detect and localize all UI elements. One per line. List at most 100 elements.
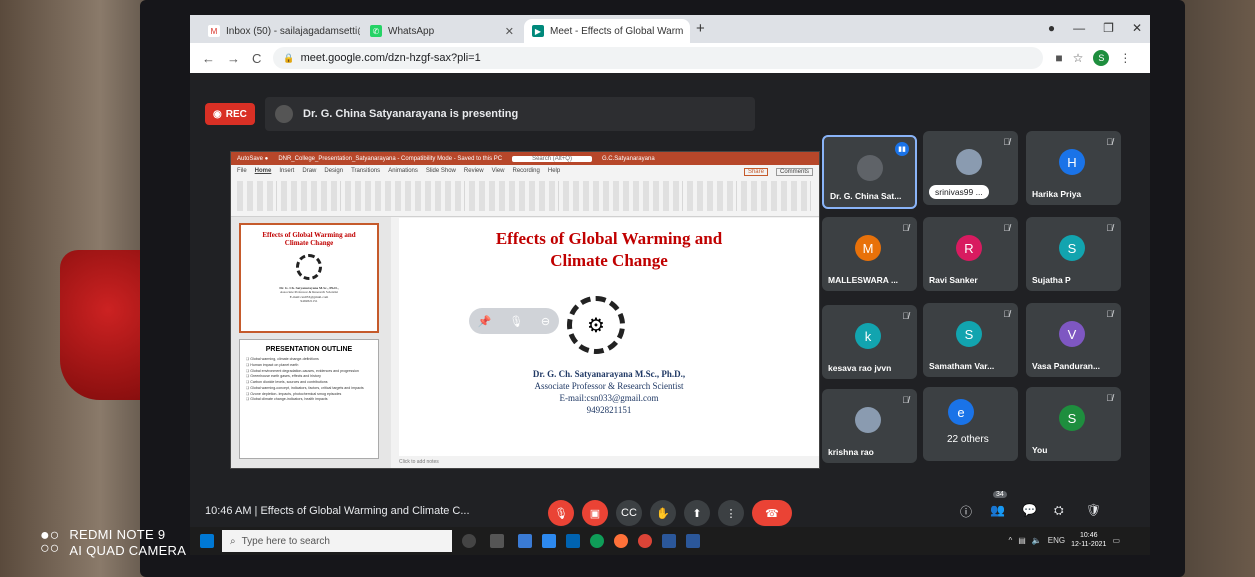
- forward-button[interactable]: →: [227, 51, 240, 66]
- back-button[interactable]: ←: [202, 51, 215, 66]
- ribbon-tab[interactable]: Draw: [302, 168, 316, 176]
- clipboard-group[interactable]: [237, 181, 277, 211]
- ppt-search-box[interactable]: Search (Alt+Q): [512, 155, 592, 162]
- self-tile[interactable]: 🎙̸ S You: [1026, 387, 1121, 461]
- people-icon[interactable]: 👥: [990, 503, 1005, 517]
- chat-icon[interactable]: 💬: [1022, 503, 1037, 517]
- ribbon-tab[interactable]: Animations: [388, 168, 418, 176]
- network-icon[interactable]: ▤: [1018, 536, 1026, 545]
- camera-in-use-icon[interactable]: ■: [1055, 51, 1062, 65]
- reload-button[interactable]: C: [252, 51, 261, 66]
- ribbon-tab[interactable]: Home: [255, 168, 272, 176]
- close-window-button[interactable]: ✕: [1132, 21, 1142, 35]
- participant-tile[interactable]: 🎙̸ krishna rao: [822, 389, 917, 463]
- autosave-toggle[interactable]: AutoSave ●: [237, 156, 268, 162]
- minimize-button[interactable]: —: [1073, 21, 1085, 35]
- ribbon-tab[interactable]: Transitions: [351, 168, 380, 176]
- current-slide[interactable]: Effects of Global Warming and Climate Ch…: [399, 218, 819, 456]
- search-icon: ⌕: [230, 535, 236, 547]
- taskbar-search-input[interactable]: ⌕ Type here to search: [222, 530, 452, 552]
- tab-title: Meet - Effects of Global Warm: [550, 25, 684, 37]
- participant-tile[interactable]: 🎙̸ srinivas99 ...: [923, 131, 1018, 205]
- clock[interactable]: 10:46 12-11-2021: [1071, 531, 1106, 549]
- mic-off-icon: 🎙̸: [1003, 137, 1010, 147]
- mic-off-icon: 🎙̸: [1003, 223, 1010, 233]
- host-controls-icon[interactable]: 🛡: [1086, 503, 1101, 517]
- chevron-up-icon[interactable]: ^: [1009, 536, 1013, 545]
- volume-icon[interactable]: 🔈: [1032, 536, 1042, 545]
- meet-icon: ▶: [532, 25, 544, 37]
- notifications-icon[interactable]: ▭: [1112, 536, 1120, 545]
- info-icon[interactable]: ⓘ: [960, 503, 972, 520]
- participant-tile[interactable]: 🎙̸ H Harika Priya: [1026, 131, 1121, 205]
- mail-icon[interactable]: [542, 534, 556, 548]
- task-view-icon[interactable]: [490, 534, 504, 548]
- powerpoint-title-bar: AutoSave ● DNR_College_Presentation_Saty…: [231, 152, 819, 165]
- ribbon-tab[interactable]: Recording: [513, 168, 540, 176]
- captions-button[interactable]: CC: [616, 500, 642, 526]
- store-icon[interactable]: [566, 534, 580, 548]
- designer-group[interactable]: [741, 181, 811, 211]
- cortana-icon[interactable]: [462, 534, 476, 548]
- participant-tile[interactable]: 🎙̸ S Sujatha P: [1026, 217, 1121, 291]
- pin-icon[interactable]: 📌: [478, 315, 492, 328]
- end-call-button[interactable]: ☎: [752, 500, 792, 526]
- ribbon-tab[interactable]: View: [492, 168, 505, 176]
- raise-hand-button[interactable]: ✋: [650, 500, 676, 526]
- ribbon-tab[interactable]: Review: [464, 168, 484, 176]
- drawing-group[interactable]: [563, 181, 683, 211]
- participant-tile[interactable]: 🎙̸ M MALLESWARA ...: [822, 217, 917, 291]
- mic-off-icon: 🎙̸: [1106, 223, 1113, 233]
- mute-mic-icon[interactable]: 🎙: [509, 315, 523, 328]
- participant-tile[interactable]: 🎙̸ S Samatham Var...: [923, 303, 1018, 377]
- new-tab-button[interactable]: +: [696, 20, 705, 37]
- slides-group[interactable]: [281, 181, 341, 211]
- participant-tile[interactable]: 🎙̸ V Vasa Panduran...: [1026, 303, 1121, 377]
- whatsapp-icon: ✆: [370, 25, 382, 37]
- file-explorer-icon[interactable]: [518, 534, 532, 548]
- word-icon[interactable]: [662, 534, 676, 548]
- menu-kebab-icon[interactable]: ⋮: [1119, 51, 1131, 65]
- firefox-icon[interactable]: [614, 534, 628, 548]
- tab-meet[interactable]: ▶ Meet - Effects of Global Warm ● ✕: [524, 19, 690, 43]
- slide-thumbnails-pane: Effects of Global Warming and Climate Ch…: [231, 217, 391, 468]
- mic-toggle-button[interactable]: 🎙: [548, 500, 574, 526]
- camera-watermark-text: REDMI NOTE 9 AI QUAD CAMERA: [69, 527, 187, 559]
- paragraph-group[interactable]: [469, 181, 559, 211]
- ribbon-tab[interactable]: Help: [548, 168, 560, 176]
- slide-thumbnail-2[interactable]: PRESENTATION OUTLINE ❑ Global warming, c…: [239, 339, 379, 459]
- camera-toggle-button[interactable]: ▣: [582, 500, 608, 526]
- editing-group[interactable]: [687, 181, 737, 211]
- profile-avatar[interactable]: S: [1093, 50, 1110, 66]
- tab-whatsapp[interactable]: ✆ WhatsApp ✕: [362, 19, 522, 43]
- more-options-button[interactable]: ⋮: [718, 500, 744, 526]
- remove-icon[interactable]: ⊖: [541, 315, 550, 328]
- share-button[interactable]: Share: [743, 168, 768, 176]
- participant-name: Sujatha P: [1032, 275, 1071, 285]
- notes-hint[interactable]: Click to add notes: [399, 459, 439, 465]
- bookmark-star-icon[interactable]: ☆: [1073, 51, 1084, 65]
- maximize-button[interactable]: ❐: [1103, 21, 1114, 35]
- participant-tile[interactable]: 🎙̸ k kesava rao jvvn: [822, 305, 917, 379]
- comments-button[interactable]: Comments: [775, 168, 813, 176]
- language-indicator[interactable]: ENG: [1048, 536, 1065, 545]
- font-group[interactable]: [345, 181, 465, 211]
- chrome-icon[interactable]: [638, 534, 652, 548]
- edge-icon[interactable]: [590, 534, 604, 548]
- windows-start-icon[interactable]: [200, 534, 214, 548]
- participant-tile[interactable]: 🎙̸ R Ravi Sanker: [923, 217, 1018, 291]
- ribbon-tab[interactable]: Insert: [279, 168, 294, 176]
- ribbon-tab[interactable]: File: [237, 168, 247, 176]
- participant-tile[interactable]: ▮▮ Dr. G. China Sat...: [822, 135, 917, 209]
- others-tile[interactable]: e 22 others: [923, 387, 1018, 461]
- slide-thumbnail-1[interactable]: Effects of Global Warming and Climate Ch…: [239, 223, 379, 333]
- close-icon[interactable]: ✕: [505, 25, 514, 38]
- word-icon[interactable]: [686, 534, 700, 548]
- ribbon-tab[interactable]: Slide Show: [426, 168, 456, 176]
- activities-icon[interactable]: ⛭: [1054, 503, 1064, 518]
- participant-name: You: [1032, 445, 1048, 455]
- url-input[interactable]: 🔒 meet.google.com/dzn-hzgf-sax?pli=1: [273, 47, 1044, 69]
- tab-gmail[interactable]: M Inbox (50) - sailajagadamsetti@s ✕: [200, 19, 360, 43]
- present-screen-button[interactable]: ⬆: [684, 500, 710, 526]
- ribbon-tab[interactable]: Design: [324, 168, 343, 176]
